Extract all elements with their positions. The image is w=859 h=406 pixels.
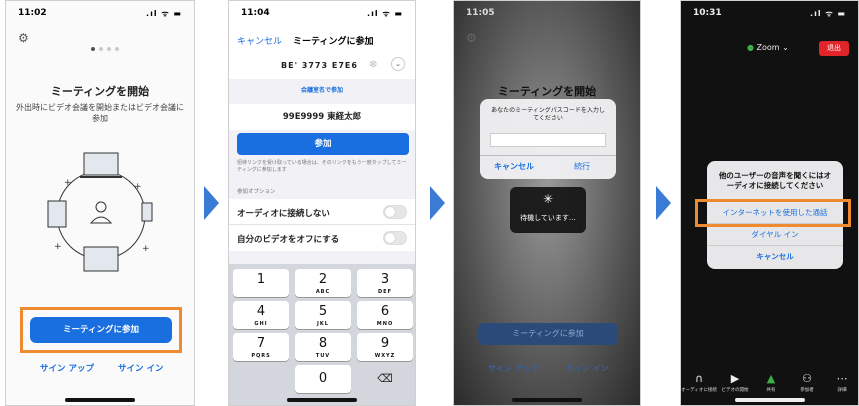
zoom-label: Zoom <box>756 43 780 52</box>
toolbar-audio[interactable]: ∩ オーディオに接続 <box>681 372 717 393</box>
passcode-input[interactable] <box>490 133 606 147</box>
toolbar-participants[interactable]: ⚇ 参加者 <box>789 372 825 393</box>
step-arrow-1 <box>204 186 219 220</box>
key-3[interactable]: 3 DEF <box>357 269 413 297</box>
page-title: ミーティングに参加 <box>293 37 374 47</box>
option-video-row: 自分のビデオをオフにする <box>229 225 415 251</box>
passcode-prompt: あなたのミーティングパスコードを入力してください <box>491 107 605 122</box>
options-header: 参加オプション <box>237 189 276 195</box>
key-8[interactable]: 8 TUV <box>295 333 351 361</box>
zoom-menu[interactable]: ● Zoom ⌄ <box>747 43 789 52</box>
phone-passcode-screen: 11:05 ⚙ ミーティングを開始 あなたのミーティングパスコードを入力してくだ… <box>453 0 641 406</box>
bg-sign-up: サイン アップ <box>488 364 539 373</box>
svg-text:+: + <box>54 242 62 252</box>
option-video-label: 自分のビデオをオフにする <box>237 235 340 245</box>
meeting-id-input[interactable]: BE' 3773 E7E6 <box>281 61 358 70</box>
phone-join-screen: 11:04 .ıl ᯤ ▬ キャンセル ミーティングに参加 BE' 3773 E… <box>228 0 416 406</box>
page-subtitle: 外出時にビデオ会議を開始またはビデオ会議に参加 <box>16 103 184 123</box>
video-toggle[interactable] <box>383 231 407 245</box>
phone-audio-screen: 10:31 .ıl ᯤ ▬ ● Zoom ⌄ 退出 他のユーザーの音声を聞くには… <box>680 0 859 406</box>
key-9[interactable]: 9 WXYZ <box>357 333 413 361</box>
audio-toggle[interactable] <box>383 205 407 219</box>
home-indicator <box>512 398 582 402</box>
dial-in-button[interactable]: ダイヤル イン <box>707 229 843 240</box>
step-arrow-2 <box>430 186 445 220</box>
status-time: 11:02 <box>18 8 47 18</box>
invite-hint: 招待リンクを受け取っている場合は、そのリンクをもう一度タップしてミーティングに参… <box>237 160 407 173</box>
spinner-icon: ✳ <box>542 192 554 206</box>
bg-join-button: ミーティングに参加 <box>478 323 618 345</box>
numeric-keypad: 1 2 ABC 3 DEF 4 GHI 5 JKL 6 MNO 7 PQRS 8 TUV 9W… <box>229 264 415 405</box>
clear-icon[interactable]: ⊗ <box>369 59 377 70</box>
video-off-icon: ▶ <box>730 372 740 385</box>
key-4[interactable]: 4 GHI <box>233 301 289 329</box>
sign-in-link[interactable]: サイン イン <box>118 362 163 374</box>
status-time: 11:05 <box>466 8 495 18</box>
backspace-icon[interactable]: ⌫ <box>357 365 413 393</box>
status-time: 10:31 <box>693 8 722 18</box>
status-bar: 11:04 .ıl ᯤ ▬ <box>229 1 415 25</box>
meeting-id-row: BE' 3773 E7E6 ⊗ ⌄ <box>229 53 415 79</box>
name-field[interactable]: 99E9999 東経太郎 <box>229 104 415 130</box>
audio-dialog-title: 他のユーザーの音声を聞くにはオーディオに接続してください <box>718 171 832 190</box>
toolbar-video[interactable]: ▶ ビデオの開始 <box>717 372 753 393</box>
key-7[interactable]: 7 PQRS <box>233 333 289 361</box>
status-signal: .ıl ᯤ ▬ <box>810 9 846 18</box>
highlight-box <box>695 199 851 227</box>
cancel-button[interactable]: キャンセル <box>494 161 534 172</box>
key-6[interactable]: 6 MNO <box>357 301 413 329</box>
home-indicator <box>734 398 805 402</box>
share-icon: ▲ <box>766 372 776 385</box>
join-meeting-button[interactable]: ミーティングに参加 <box>30 317 172 343</box>
status-time: 11:04 <box>241 8 270 18</box>
chevron-down-icon: ⌄ <box>782 43 789 52</box>
background-title: ミーティングを開始 <box>497 85 597 98</box>
status-bar: 11:02 .ıl ᯤ ▬ <box>6 1 194 25</box>
sign-up-link[interactable]: サイン アップ <box>40 362 94 374</box>
toolbar-share[interactable]: ▲ 共有 <box>753 372 789 393</box>
waiting-label: 待機しています… <box>520 214 576 222</box>
svg-text:+: + <box>142 244 150 254</box>
leave-button[interactable]: 退出 <box>819 41 849 56</box>
gear-icon[interactable]: ⚙ <box>18 31 29 45</box>
key-1[interactable]: 1 <box>233 269 289 297</box>
join-with-room-name-link[interactable]: 会議室名で参加 <box>229 85 415 94</box>
page-title: ミーティングを開始 <box>50 85 150 98</box>
option-audio-label: オーディオに接続しない <box>237 209 330 219</box>
nav-header: キャンセル ミーティングに参加 <box>229 25 415 53</box>
more-icon: ⋯ <box>836 372 848 385</box>
bg-sign-in: サイン イン <box>566 364 609 373</box>
key-2[interactable]: 2 ABC <box>295 269 351 297</box>
svg-text:+: + <box>134 182 142 192</box>
dialog-divider <box>480 155 616 156</box>
page-dots <box>90 37 120 56</box>
waiting-indicator: ✳ 待機しています… <box>510 187 586 233</box>
shield-icon: ● <box>747 43 754 52</box>
meeting-illustration: + + + + <box>47 152 153 272</box>
status-bar: 11:05 <box>454 1 640 25</box>
toolbar-more[interactable]: ⋯ 詳細 <box>824 372 858 393</box>
phone-start-screen: 11:02 .ıl ᯤ ▬ ⚙ ミーティングを開始 外出時にビデオ会議を開始また… <box>5 0 195 406</box>
cancel-button[interactable]: キャンセル <box>707 251 843 262</box>
status-signal: .ıl ᯤ ▬ <box>146 9 182 18</box>
status-bar: 10:31 .ıl ᯤ ▬ <box>681 1 858 25</box>
join-button[interactable]: 参加 <box>237 133 409 155</box>
status-signal: .ıl ᯤ ▬ <box>367 9 403 18</box>
step-arrow-3 <box>656 186 671 220</box>
chevron-down-icon[interactable]: ⌄ <box>391 57 405 71</box>
tutorial-strip: 11:02 .ıl ᯤ ▬ ⚙ ミーティングを開始 外出時にビデオ会議を開始また… <box>0 0 859 406</box>
cancel-link[interactable]: キャンセル <box>237 34 282 47</box>
key-0[interactable]: 0 <box>295 365 351 393</box>
continue-button[interactable]: 続行 <box>574 161 590 172</box>
key-5[interactable]: 5 JKL <box>295 301 351 329</box>
home-indicator <box>65 398 135 402</box>
passcode-dialog: あなたのミーティングパスコードを入力してください キャンセル 続行 <box>480 99 616 179</box>
participants-icon: ⚇ <box>802 372 812 385</box>
home-indicator <box>287 398 357 402</box>
option-audio-row: オーディオに接続しない <box>229 199 415 225</box>
headphones-icon: ∩ <box>694 372 704 385</box>
dialog-divider <box>707 245 843 246</box>
gear-icon: ⚙ <box>466 31 477 45</box>
svg-text:+: + <box>64 178 72 188</box>
